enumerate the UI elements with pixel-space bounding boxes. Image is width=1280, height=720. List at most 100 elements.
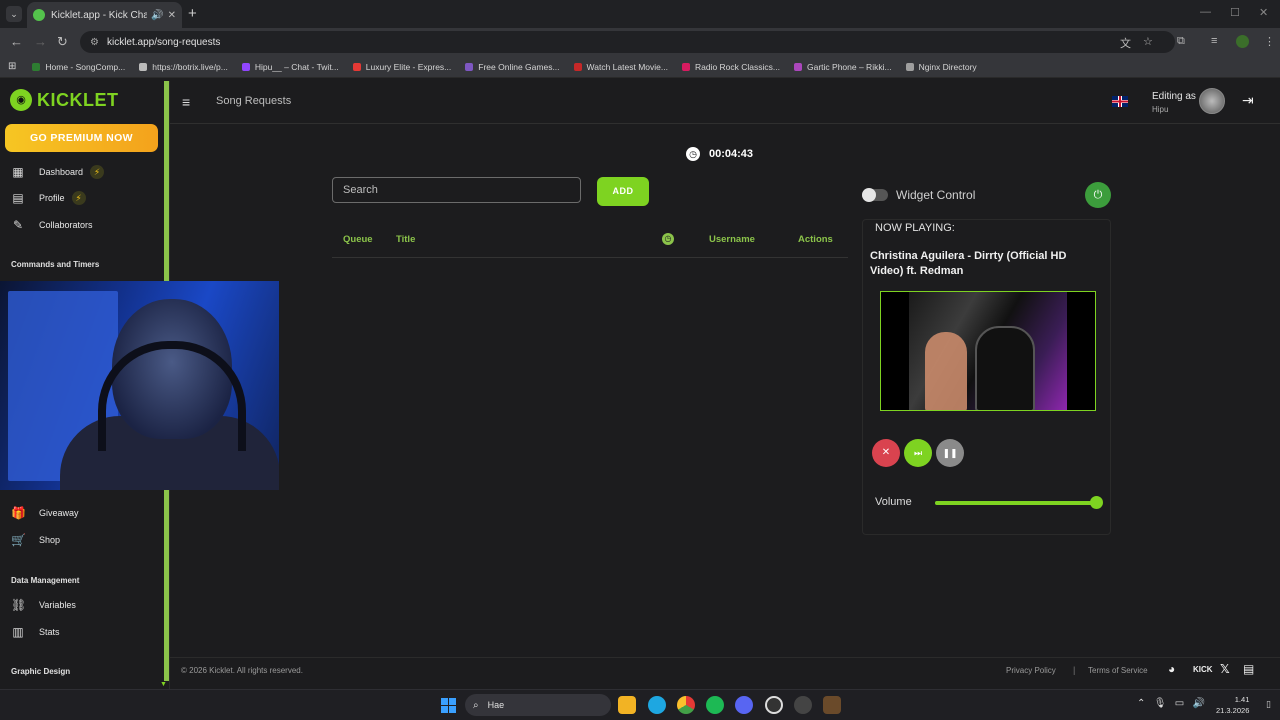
bookmark-item[interactable]: Gartic Phone – Rikki... xyxy=(794,62,892,72)
bookmark-item[interactable]: Luxury Elite - Expres... xyxy=(352,62,451,72)
add-button[interactable]: ADD xyxy=(597,177,649,206)
forward-icon[interactable]: → xyxy=(34,34,47,49)
apps-grid-icon[interactable]: ⊞ xyxy=(8,61,16,72)
logitech-icon[interactable] xyxy=(648,696,666,714)
app-icon[interactable] xyxy=(794,696,812,714)
editing-as-block[interactable]: Editing as Hipu xyxy=(1152,90,1196,116)
volume-slider[interactable] xyxy=(935,496,1103,509)
footer: © 2026 Kicklet. All rights reserved. Pri… xyxy=(170,657,1280,688)
site-info-icon[interactable]: ⚙ xyxy=(90,37,99,48)
sidebar-item-collaborators[interactable]: ✎ Collaborators xyxy=(11,218,93,232)
sidebar-item-shop[interactable]: 🛒 Shop xyxy=(11,533,60,547)
extensions-icon[interactable]: ⧉ xyxy=(1177,35,1185,48)
bookmark-label: Hipu__ – Chat - Twit... xyxy=(254,61,339,72)
timer: ◷ 00:04:43 xyxy=(686,147,753,161)
volume-handle[interactable] xyxy=(1089,496,1103,509)
bookmark-item[interactable]: Radio Rock Classics... xyxy=(681,62,780,72)
reload-icon[interactable]: ↻ xyxy=(57,34,68,50)
copyright-text: © 2026 Kicklet. All rights reserved. xyxy=(181,666,303,675)
logout-icon[interactable]: ⇥ xyxy=(1242,92,1254,109)
new-tab-button[interactable]: + xyxy=(188,5,197,22)
file-explorer-icon[interactable] xyxy=(618,696,636,714)
browser-menu-icon[interactable]: ⋮ xyxy=(1264,35,1275,48)
bookmark-item[interactable]: Free Online Games... xyxy=(465,61,560,72)
tab-search-icon[interactable]: ⌄ xyxy=(6,6,22,22)
skip-button[interactable]: ⏭ xyxy=(904,439,932,467)
discord-icon[interactable]: ◕ xyxy=(1168,662,1175,676)
search-icon: ⌕ xyxy=(473,699,479,711)
discord-taskbar-icon[interactable] xyxy=(735,696,753,714)
bookmark-label: Nginx Directory xyxy=(918,61,977,72)
scroll-down-icon[interactable]: ▼ xyxy=(160,681,167,688)
bookmark-favicon-icon xyxy=(573,62,582,71)
maximize-icon[interactable]: ☐ xyxy=(1230,6,1240,19)
obs-icon[interactable] xyxy=(765,696,783,714)
sidebar-item-variables[interactable]: ⛓ Variables xyxy=(11,598,76,612)
taskbar-clock[interactable]: 1.41 21.3.2026 xyxy=(1216,694,1249,716)
os-taskbar: ⌕ Hae ⌃ 🎙 ▭ 🔊 1.41 21.3.2026 ▯ xyxy=(0,689,1280,720)
close-window-icon[interactable]: ✕ xyxy=(1259,6,1268,19)
minimize-icon[interactable]: — xyxy=(1200,6,1211,18)
uk-flag-icon[interactable] xyxy=(1112,96,1128,107)
bookmark-item[interactable]: https://botrix.live/p... xyxy=(139,62,228,72)
url-text: kicklet.app/song-requests xyxy=(106,36,221,48)
translate-icon[interactable]: 文 xyxy=(1120,35,1131,51)
page-title: Song Requests xyxy=(216,95,292,107)
document-icon[interactable]: ▤ xyxy=(1243,662,1254,676)
widget-control-toggle[interactable] xyxy=(862,188,888,202)
column-queue: Queue xyxy=(343,234,373,245)
chrome-icon[interactable] xyxy=(677,696,695,714)
pause-button[interactable]: ❚❚ xyxy=(936,439,964,467)
bookmark-item[interactable]: Nginx Directory xyxy=(905,61,977,72)
bookmark-favicon-icon xyxy=(241,62,250,71)
sidebar-item-label: Profile xyxy=(39,193,65,203)
search-input[interactable] xyxy=(332,177,581,203)
reading-list-icon[interactable]: ≡ xyxy=(1211,35,1217,47)
app-icon[interactable] xyxy=(823,696,841,714)
bookmark-star-icon[interactable]: ☆ xyxy=(1143,35,1153,48)
windows-start-icon[interactable] xyxy=(441,698,456,713)
url-field[interactable]: ⚙ kicklet.app/song-requests xyxy=(80,31,1175,53)
remove-song-button[interactable]: ✕ xyxy=(872,439,900,467)
bookmark-item[interactable]: Home - SongComp... xyxy=(32,62,125,72)
sidebar-item-stats[interactable]: ▥ Stats xyxy=(11,625,59,639)
bookmark-favicon-icon xyxy=(139,62,148,71)
bookmark-label: Gartic Phone – Rikki... xyxy=(807,61,892,72)
sidebar-section-data: Data Management xyxy=(11,576,80,585)
kicklet-logo[interactable]: ◉ KICKLET xyxy=(10,89,119,111)
notifications-icon[interactable]: ▯ xyxy=(1266,699,1271,710)
kicklet-logo-icon: ◉ xyxy=(10,89,32,111)
system-tray-icons[interactable]: ⌃ 🎙 ▭ 🔊 xyxy=(1137,698,1205,709)
taskbar-search[interactable]: ⌕ Hae xyxy=(465,694,611,716)
back-icon[interactable]: ← xyxy=(10,34,23,49)
queue-table-header: Queue Title ◷ Username Actions xyxy=(332,230,848,258)
gift-icon: 🎁 xyxy=(11,506,26,520)
user-avatar[interactable] xyxy=(1199,88,1225,114)
sidebar-item-profile[interactable]: ▤ Profile ⚡ xyxy=(11,191,86,205)
go-premium-button[interactable]: GO PREMIUM NOW xyxy=(5,124,158,152)
sidebar-item-label: Variables xyxy=(39,600,76,610)
video-player[interactable] xyxy=(880,291,1096,411)
bookmark-label: Free Online Games... xyxy=(478,61,560,72)
video-figure xyxy=(975,326,1035,410)
speaker-icon[interactable]: 🔊 xyxy=(151,10,163,21)
bookmark-favicon-icon xyxy=(794,62,802,71)
sidebar-item-giveaway[interactable]: 🎁 Giveaway xyxy=(11,506,79,520)
power-button[interactable]: ⏻ xyxy=(1085,182,1111,208)
privacy-policy-link[interactable]: Privacy Policy xyxy=(1006,666,1056,675)
kick-icon[interactable]: KICK xyxy=(1193,665,1213,674)
menu-toggle-icon[interactable]: ≡ xyxy=(182,94,190,110)
sidebar-item-label: Dashboard xyxy=(39,167,84,177)
browser-tab[interactable]: Kicklet.app - Kick Chatbot 🔊 ✕ xyxy=(27,2,182,28)
tab-close-icon[interactable]: ✕ xyxy=(168,10,176,21)
sidebar-item-dashboard[interactable]: ▦ Dashboard ⚡ xyxy=(11,165,105,179)
bookmark-item[interactable]: Hipu__ – Chat - Twit... xyxy=(241,61,339,72)
profile-avatar-icon[interactable] xyxy=(1236,35,1249,48)
chart-icon: ▥ xyxy=(12,625,24,639)
terms-of-service-link[interactable]: Terms of Service xyxy=(1088,666,1148,675)
bookmark-item[interactable]: Watch Latest Movie... xyxy=(573,62,668,72)
video-figure xyxy=(925,332,967,410)
spotify-icon[interactable] xyxy=(706,696,724,714)
kicklet-favicon-icon xyxy=(33,9,45,21)
x-icon[interactable]: 𝕏 xyxy=(1220,662,1230,676)
